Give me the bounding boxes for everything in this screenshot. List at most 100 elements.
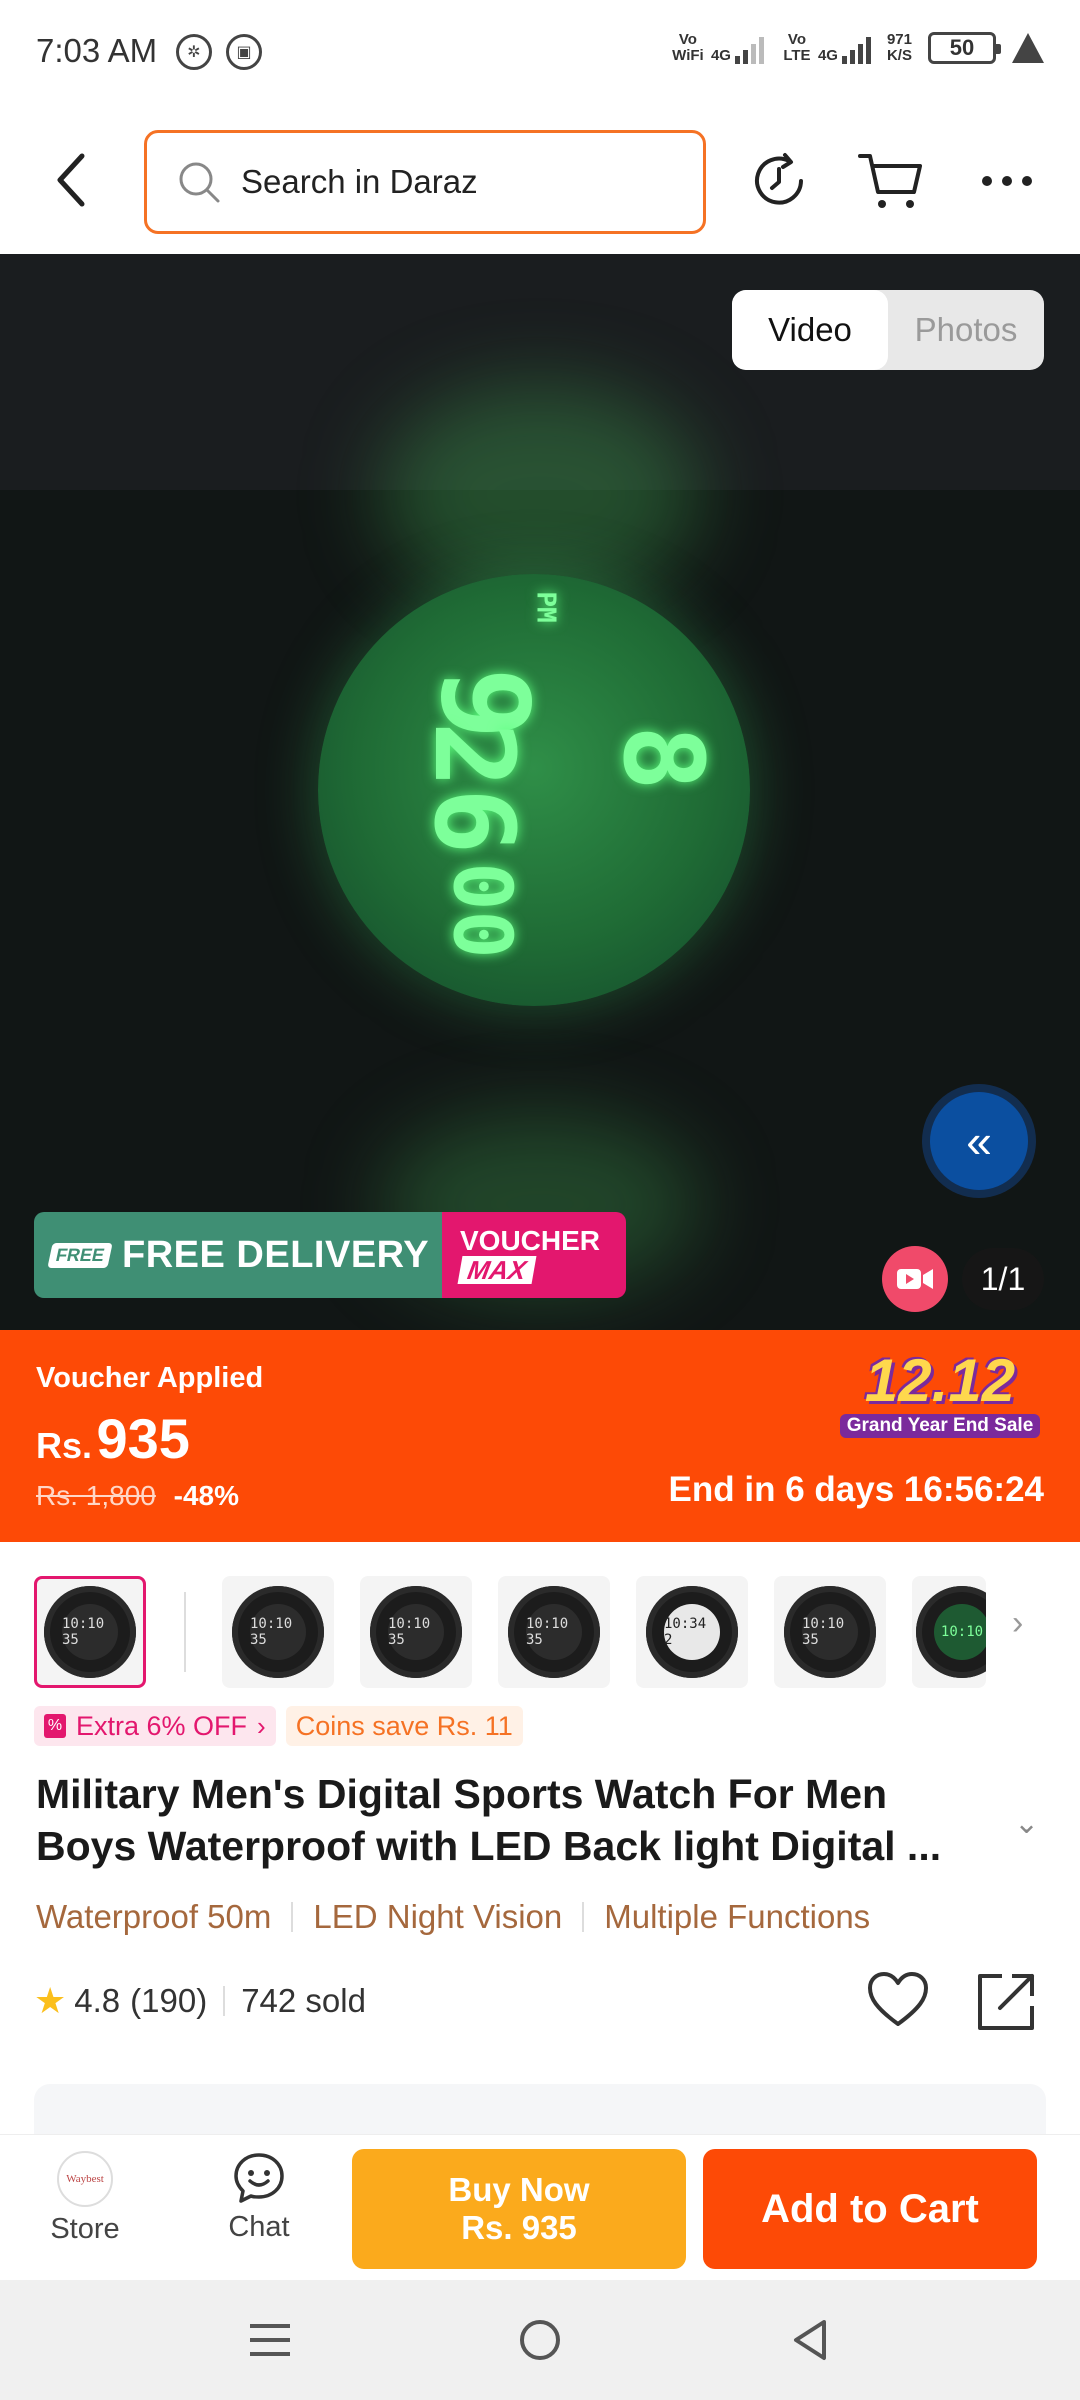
chat-button[interactable]: Chat	[204, 2151, 314, 2244]
chat-icon	[234, 2153, 284, 2203]
product-title: Military Men's Digital Sports Watch For …	[36, 1771, 942, 1869]
video-camera-icon	[897, 1269, 933, 1289]
watch-thumbnail-icon: 10:10 35	[508, 1586, 600, 1678]
sale-campaign-logo: 12.12 Grand Year End Sale	[840, 1348, 1040, 1438]
buy-now-price: Rs. 935	[461, 2209, 577, 2246]
back-triangle-icon	[794, 2320, 826, 2360]
chat-label: Chat	[228, 2211, 290, 2243]
divider	[223, 1986, 226, 2016]
thumbnail[interactable]: 10:34 2	[636, 1576, 748, 1688]
add-to-cart-label: Add to Cart	[761, 2186, 979, 2231]
history-icon	[755, 153, 803, 205]
star-icon: ★	[34, 1980, 67, 2021]
thumb-divider	[184, 1592, 186, 1672]
buy-now-label: Buy Now	[448, 2171, 590, 2208]
status-bar: 7:03 AM ✲ ▣ Vo WiFi 4G Vo LTE 4G 971 K/S…	[0, 0, 1080, 108]
product-media-viewer[interactable]: PM 9 26 00 8 Video Photos « FREE FREE DE…	[0, 254, 1080, 1330]
thumb-face: 10:10 35	[802, 1604, 858, 1660]
thumbnail[interactable]: 10:10 35	[34, 1576, 146, 1688]
video-badge[interactable]	[882, 1246, 948, 1312]
buy-now-button[interactable]: Buy Now Rs. 935	[352, 2149, 686, 2269]
sim1-net: 4G	[710, 47, 731, 64]
chevron-right-icon[interactable]: ›	[1012, 1604, 1023, 1643]
thumbnail[interactable]: 10:10 35	[774, 1576, 886, 1688]
cart-button[interactable]	[856, 146, 926, 216]
net-speed-value: 971	[886, 31, 912, 48]
chevron-right-icon: ›	[257, 1710, 266, 1741]
coins-tag: Coins save Rs. 11	[285, 1706, 523, 1746]
light-glow	[380, 384, 700, 604]
back-button[interactable]	[40, 148, 104, 212]
price-currency: Rs.	[36, 1425, 93, 1466]
original-price-row: Rs. 1,800 -48%	[36, 1480, 239, 1512]
thumbnail[interactable]: 10:10 35	[360, 1576, 472, 1688]
extra-off-label: Extra 6% OFF	[76, 1710, 248, 1741]
store-button[interactable]: Waybest Store	[30, 2151, 140, 2246]
sold-count: 742 sold	[241, 1982, 366, 2019]
cart-icon	[858, 154, 922, 208]
photos-tab[interactable]: Photos	[888, 290, 1044, 370]
feature-item: Multiple Functions	[604, 1898, 871, 1935]
watch-thumbnail-icon: 10:10 35	[370, 1586, 462, 1678]
thumb-face: 10:10 35	[526, 1604, 582, 1660]
video-tab[interactable]: Video	[732, 290, 888, 370]
home-button[interactable]	[510, 2310, 570, 2370]
search-input[interactable]	[241, 163, 661, 201]
free-delivery-badge: FREE FREE DELIVERY	[34, 1212, 442, 1298]
thumb-face: 10:10	[934, 1604, 986, 1660]
search-bar[interactable]	[144, 130, 706, 234]
discount-percent: -48%	[173, 1480, 240, 1511]
status-right: Vo WiFi 4G Vo LTE 4G 971 K/S 50	[669, 32, 1044, 64]
signal-bars-icon	[734, 34, 764, 64]
sale-subtitle: Grand Year End Sale	[840, 1414, 1040, 1438]
watch-thumbnail-icon: 10:10 35	[232, 1586, 324, 1678]
thumb-face: 10:10 35	[250, 1604, 306, 1660]
net-speed-unit: K/S	[886, 47, 912, 64]
collapse-button[interactable]: «	[930, 1092, 1028, 1190]
extra-off-tag[interactable]: % Extra 6% OFF ›	[34, 1706, 276, 1746]
free-tag: FREE	[47, 1242, 113, 1268]
watch-minute: 26	[410, 721, 539, 855]
sim2-net: 4G	[817, 47, 838, 64]
rating-value: 4.8	[74, 1982, 121, 2019]
rating-row[interactable]: ★ 4.8 (190) 742 sold	[34, 1980, 366, 2022]
share-button[interactable]	[974, 1970, 1038, 2034]
share-icon	[978, 1974, 1034, 2030]
watch-face-image: PM 9 26 00 8	[318, 574, 750, 1006]
thumb-face: 10:10 35	[62, 1604, 118, 1660]
free-delivery-text: FREE DELIVERY	[122, 1233, 430, 1276]
original-price: Rs. 1,800	[36, 1480, 156, 1511]
history-button[interactable]	[744, 146, 814, 216]
sale-countdown: End in 6 days 16:56:24	[668, 1470, 1044, 1509]
watch-thumbnail-icon: 10:34 2	[646, 1586, 738, 1678]
thumbnail[interactable]: 10:10 35	[222, 1576, 334, 1688]
chevron-down-icon[interactable]: ⌄	[1014, 1806, 1039, 1841]
wishlist-button[interactable]	[866, 1970, 930, 2034]
thumbnail[interactable]: 10:10 35	[498, 1576, 610, 1688]
current-price: Rs. 935	[36, 1406, 190, 1471]
price-value: 935	[96, 1407, 190, 1470]
battery-icon: 50	[928, 32, 1001, 64]
system-back-button[interactable]	[780, 2310, 840, 2370]
sync-icon: ✲	[176, 34, 212, 70]
coupon-icon: %	[44, 1714, 66, 1738]
search-icon	[179, 162, 220, 203]
thumb-face: 10:10 35	[388, 1604, 444, 1660]
offer-tags: % Extra 6% OFF › Coins save Rs. 11	[34, 1706, 523, 1746]
more-options-button[interactable]	[972, 146, 1042, 216]
coins-label: Coins save Rs. 11	[295, 1710, 513, 1741]
recent-apps-button[interactable]	[240, 2310, 300, 2370]
watch-thumbnail-icon: 10:10 35	[44, 1586, 136, 1678]
heart-icon	[868, 1972, 928, 2026]
review-count: (190)	[130, 1982, 208, 2019]
sim2-label: Vo LTE	[783, 31, 811, 64]
thumbnail[interactable]: 10:10	[912, 1576, 986, 1688]
store-label: Store	[50, 2213, 120, 2245]
media-counter: 1/1	[962, 1248, 1044, 1310]
signal-bars-icon	[841, 34, 871, 64]
net-speed: 971 K/S	[887, 32, 912, 64]
watch-thumbnail-icon: 10:10	[916, 1586, 986, 1678]
more-icon	[982, 176, 1032, 186]
media-icon: ▣	[226, 34, 262, 70]
add-to-cart-button[interactable]: Add to Cart	[703, 2149, 1037, 2269]
